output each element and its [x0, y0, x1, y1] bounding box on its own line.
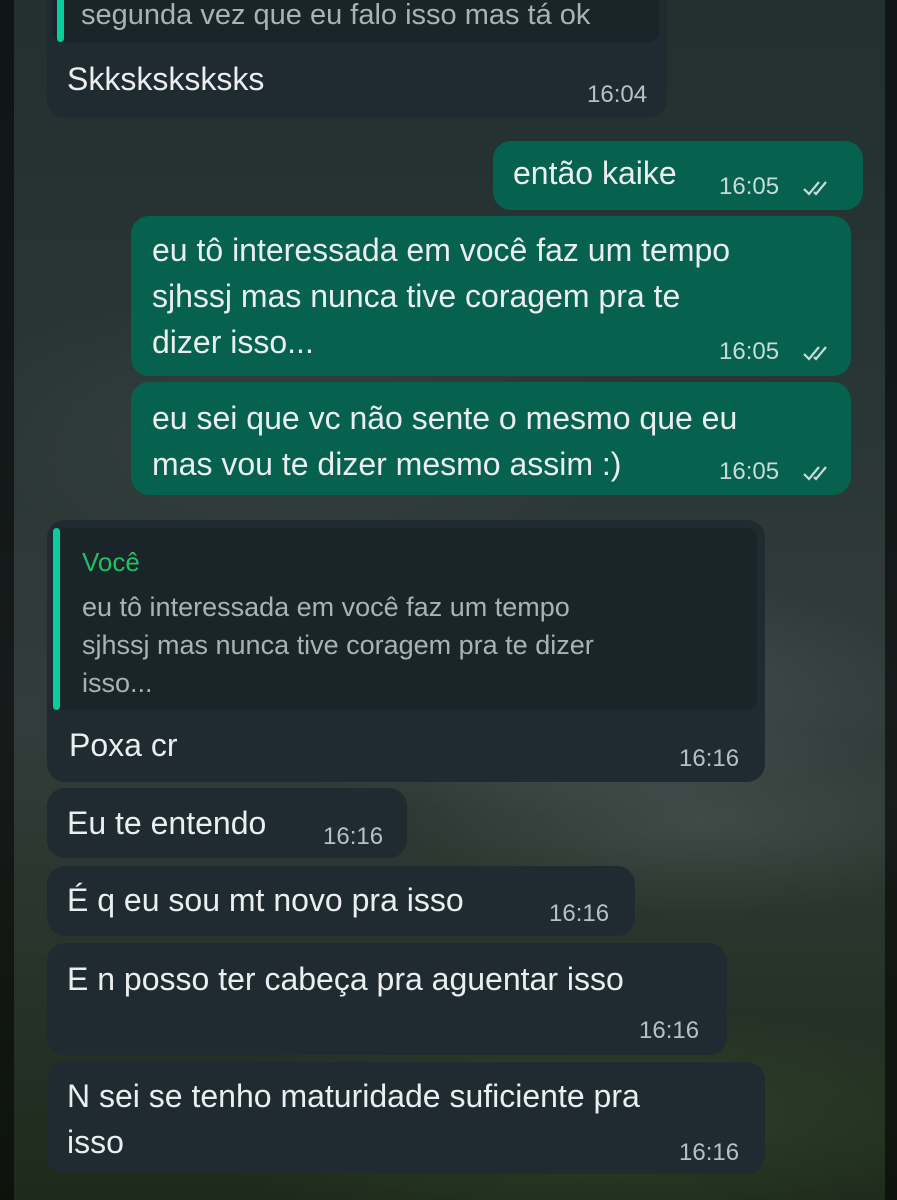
- incoming-message-bubble[interactable]: N sei se tenho maturidade suficiente pra…: [47, 1062, 765, 1174]
- message-time: 16:05: [719, 338, 780, 365]
- outgoing-message-bubble[interactable]: então kaike 16:05: [493, 141, 863, 210]
- message-text-line: eu tô interessada em você faz um tempo: [152, 232, 731, 268]
- message-text-line: dizer isso...: [152, 324, 314, 360]
- quote-accent-bar: [53, 528, 60, 710]
- message-text-line: eu sei que vc não sente o mesmo que eu: [152, 400, 738, 436]
- double-check-icon: [803, 466, 827, 481]
- screen-edge-right: [885, 0, 897, 1200]
- message-text: Skksksksksks: [67, 61, 265, 97]
- quoted-author: Você: [82, 547, 140, 577]
- message-time: 16:16: [639, 1017, 700, 1044]
- quoted-message-text-line: sjhssj mas nunca tive coragem pra te diz…: [82, 630, 594, 660]
- screen-edge-left: [0, 0, 14, 1200]
- message-text: então kaike: [513, 155, 677, 191]
- message-time: 16:16: [679, 745, 740, 772]
- message-time: 16:04: [587, 81, 648, 108]
- message-text-line: isso: [67, 1124, 124, 1160]
- message-text: Poxa cr: [69, 727, 178, 763]
- message-text: E n posso ter cabeça pra aguentar isso: [67, 961, 624, 997]
- outgoing-message-bubble[interactable]: eu tô interessada em você faz um tempo s…: [131, 216, 851, 376]
- incoming-message-bubble[interactable]: segunda vez que eu falo isso mas tá ok S…: [47, 0, 667, 118]
- message-text-line: sjhssj mas nunca tive coragem pra te: [152, 278, 681, 314]
- incoming-message-bubble[interactable]: Você eu tô interessada em você faz um te…: [47, 520, 765, 782]
- quoted-message-text: segunda vez que eu falo isso mas tá ok: [81, 0, 591, 31]
- message-text: É q eu sou mt novo pra isso: [67, 882, 464, 918]
- incoming-message-bubble[interactable]: Eu te entendo 16:16: [47, 788, 407, 858]
- message-time: 16:16: [549, 900, 610, 927]
- incoming-message-bubble[interactable]: E n posso ter cabeça pra aguentar isso 1…: [47, 943, 727, 1055]
- quoted-message-text-line: eu tô interessada em você faz um tempo: [82, 592, 570, 622]
- double-check-icon: [803, 181, 827, 196]
- message-text: Eu te entendo: [67, 805, 267, 841]
- message-time: 16:05: [719, 173, 780, 200]
- incoming-message-bubble[interactable]: É q eu sou mt novo pra isso 16:16: [47, 866, 635, 936]
- message-time: 16:16: [323, 823, 384, 850]
- message-time: 16:16: [679, 1139, 740, 1166]
- quote-accent-bar: [57, 0, 64, 42]
- message-time: 16:05: [719, 458, 780, 485]
- message-text-line: N sei se tenho maturidade suficiente pra: [67, 1078, 640, 1114]
- double-check-icon: [803, 346, 827, 361]
- quoted-message-text-line: isso...: [82, 668, 153, 698]
- message-text-line: mas vou te dizer mesmo assim :): [152, 446, 622, 482]
- outgoing-message-bubble[interactable]: eu sei que vc não sente o mesmo que eu m…: [131, 382, 851, 495]
